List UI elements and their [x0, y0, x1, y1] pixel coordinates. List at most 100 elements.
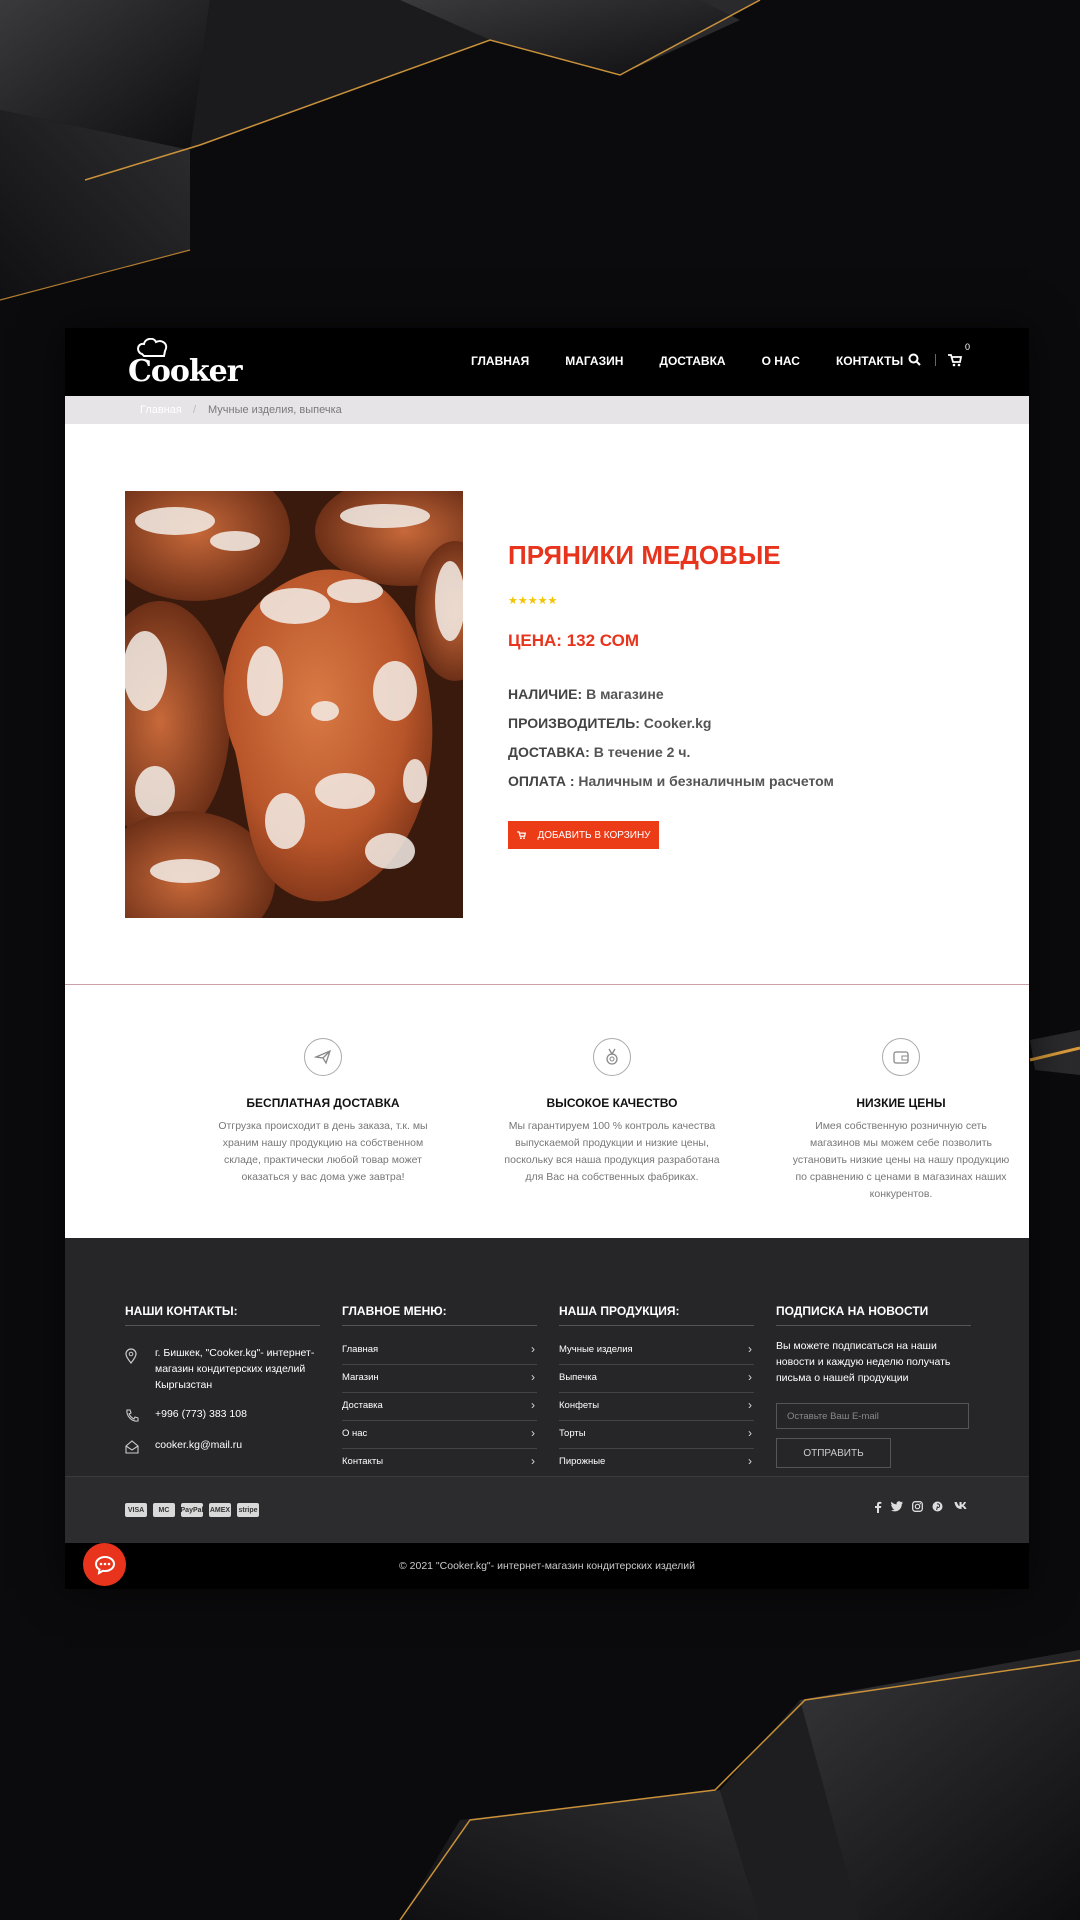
- header-separator: [935, 354, 936, 366]
- medal-icon: [593, 1038, 631, 1076]
- spec-key: ПРОИЗВОДИТЕЛЬ:: [508, 715, 640, 731]
- spec-value: В магазине: [586, 686, 664, 702]
- subscribe-text: Вы можете подписаться на наши новости и …: [776, 1340, 951, 1384]
- product-image[interactable]: [125, 491, 463, 918]
- location-pin-icon: [125, 1348, 137, 1364]
- mail-icon: [125, 1440, 139, 1454]
- chevron-right-icon: ›: [748, 1426, 752, 1440]
- footer-subscribe-title: ПОДПИСКА НА НОВОСТИ: [776, 1304, 929, 1318]
- footer-menu-link[interactable]: Главная ›: [342, 1336, 537, 1365]
- nav-delivery[interactable]: ДОСТАВКА: [659, 354, 725, 372]
- feature-text: Отгрузка происходит в день заказа, т.к. …: [218, 1120, 428, 1183]
- site-footer: НАШИ КОНТАКТЫ: г. Бишкек, "Cooker.kg"- и…: [65, 1238, 1029, 1477]
- phone-icon: [126, 1409, 139, 1422]
- plane-icon: [304, 1038, 342, 1076]
- chevron-right-icon: ›: [531, 1454, 535, 1468]
- footer-menu-link[interactable]: Контакты ›: [342, 1448, 537, 1477]
- spec-payment: ОПЛАТА : Наличным и безналичным расчетом: [508, 773, 834, 789]
- mastercard-icon: MC: [153, 1503, 175, 1517]
- feature-title: ВЫСОКОЕ КАЧЕСТВО: [546, 1096, 678, 1110]
- nav-about[interactable]: О НАС: [762, 354, 800, 372]
- footer-menu-link[interactable]: О нас ›: [342, 1420, 537, 1449]
- spec-availability: НАЛИЧИЕ: В магазине: [508, 686, 664, 702]
- breadcrumb: Главная / Мучные изделия, выпечка: [65, 396, 1029, 424]
- add-to-cart-button[interactable]: ДОБАВИТЬ В КОРЗИНУ: [508, 821, 659, 849]
- chevron-right-icon: ›: [748, 1342, 752, 1356]
- chevron-right-icon: ›: [531, 1342, 535, 1356]
- feature-text: Имея собственную розничную сеть магазино…: [792, 1120, 1010, 1200]
- feature-title: БЕСПЛАТНАЯ ДОСТАВКА: [246, 1096, 400, 1110]
- link-label: Магазин: [342, 1372, 379, 1383]
- footer-contacts-title: НАШИ КОНТАКТЫ:: [125, 1304, 238, 1318]
- chat-bubble-icon: [94, 1555, 115, 1575]
- facebook-icon[interactable]: [873, 1501, 883, 1516]
- pinterest-icon[interactable]: [932, 1501, 943, 1515]
- gingerbread-photo: [125, 491, 463, 918]
- breadcrumb-home[interactable]: Главная: [140, 404, 182, 416]
- chevron-right-icon: ›: [748, 1454, 752, 1468]
- main-nav: ГЛАВНАЯ МАГАЗИН ДОСТАВКА О НАС КОНТАКТЫ: [471, 354, 939, 372]
- add-to-cart-label: ДОБАВИТЬ В КОРЗИНУ: [537, 829, 651, 841]
- footer-product-link[interactable]: Выпечка ›: [559, 1364, 754, 1393]
- price-value: 132 СОМ: [566, 631, 640, 650]
- footer-product-link[interactable]: Торты ›: [559, 1420, 754, 1449]
- footer-menu-title: ГЛАВНОЕ МЕНЮ:: [342, 1304, 447, 1318]
- chevron-right-icon: ›: [531, 1398, 535, 1412]
- feature-high-quality: ВЫСОКОЕ КАЧЕСТВО Мы гарантируем 100 % ко…: [502, 1038, 722, 1186]
- link-label: Конфеты: [559, 1400, 600, 1411]
- link-label: О нас: [342, 1428, 368, 1439]
- spec-delivery: ДОСТАВКА: В течение 2 ч.: [508, 744, 690, 760]
- visa-icon: VISA: [125, 1503, 147, 1517]
- rating-stars: ★★★★★: [508, 595, 558, 607]
- nav-shop[interactable]: МАГАЗИН: [565, 354, 623, 372]
- chevron-right-icon: ›: [748, 1370, 752, 1384]
- product-price: ЦЕНА: 132 СОМ: [508, 631, 639, 651]
- spec-manufacturer: ПРОИЗВОДИТЕЛЬ: Cooker.kg: [508, 715, 711, 731]
- breadcrumb-separator: /: [193, 404, 197, 416]
- footer-product-link[interactable]: Конфеты ›: [559, 1392, 754, 1421]
- feature-text: Мы гарантируем 100 % контроль качества в…: [504, 1120, 720, 1183]
- spec-key: ОПЛАТА :: [508, 773, 575, 789]
- spec-value: В течение 2 ч.: [593, 744, 691, 760]
- cart-icon[interactable]: [947, 352, 963, 368]
- link-label: Мучные изделия: [559, 1344, 633, 1355]
- amex-icon: AMEX: [209, 1503, 231, 1517]
- site-header: Cooker ГЛАВНАЯ МАГАЗИН ДОСТАВКА О НАС КО…: [65, 328, 1029, 396]
- link-label: Главная: [342, 1344, 379, 1355]
- nav-home[interactable]: ГЛАВНАЯ: [471, 354, 529, 372]
- footer-bottom-bar: VISA MC PayPal AMEX stripe: [65, 1476, 1029, 1544]
- stripe-icon: stripe: [237, 1503, 259, 1517]
- link-label: Выпечка: [559, 1372, 597, 1383]
- vk-icon[interactable]: [954, 1501, 968, 1513]
- subscribe-button[interactable]: ОТПРАВИТЬ: [776, 1438, 891, 1468]
- footer-email[interactable]: cooker.kg@mail.ru: [155, 1437, 320, 1453]
- footer-rule: [342, 1325, 537, 1326]
- link-label: Пирожные: [559, 1456, 606, 1467]
- email-subscribe-input[interactable]: [776, 1403, 969, 1429]
- footer-product-link[interactable]: Мучные изделия ›: [559, 1336, 754, 1365]
- instagram-icon[interactable]: [912, 1501, 923, 1515]
- spec-value: Cooker.kg: [643, 715, 712, 731]
- copyright: © 2021 "Cooker.kg"- интернет-магазин кон…: [65, 1543, 1029, 1589]
- feature-low-prices: НИЗКИЕ ЦЕНЫ Имея собственную розничную с…: [791, 1038, 1011, 1203]
- cart-count: 0: [965, 342, 971, 352]
- search-icon[interactable]: [907, 352, 923, 368]
- footer-rule: [776, 1325, 971, 1326]
- product-title: ПРЯНИКИ МЕДОВЫЕ: [508, 540, 781, 570]
- spec-value: Наличным и безналичным расчетом: [578, 773, 834, 789]
- cart-icon: [517, 831, 527, 840]
- nav-contacts[interactable]: КОНТАКТЫ: [836, 354, 903, 372]
- feature-title: НИЗКИЕ ЦЕНЫ: [856, 1096, 946, 1110]
- footer-menu-link[interactable]: Доставка ›: [342, 1392, 537, 1421]
- feature-free-delivery: БЕСПЛАТНАЯ ДОСТАВКА Отгрузка происходит …: [213, 1038, 433, 1186]
- chevron-right-icon: ›: [748, 1398, 752, 1412]
- footer-menu-link[interactable]: Магазин ›: [342, 1364, 537, 1393]
- chat-button[interactable]: [83, 1543, 126, 1586]
- twitter-icon[interactable]: [891, 1501, 903, 1515]
- footer-product-link[interactable]: Пирожные ›: [559, 1448, 754, 1477]
- footer-phone[interactable]: +996 (773) 383 108: [155, 1406, 320, 1422]
- logo[interactable]: Cooker: [128, 338, 243, 389]
- footer-address: г. Бишкек, "Cooker.kg"- интернет-магазин…: [155, 1347, 315, 1391]
- chevron-right-icon: ›: [531, 1426, 535, 1440]
- chevron-right-icon: ›: [531, 1370, 535, 1384]
